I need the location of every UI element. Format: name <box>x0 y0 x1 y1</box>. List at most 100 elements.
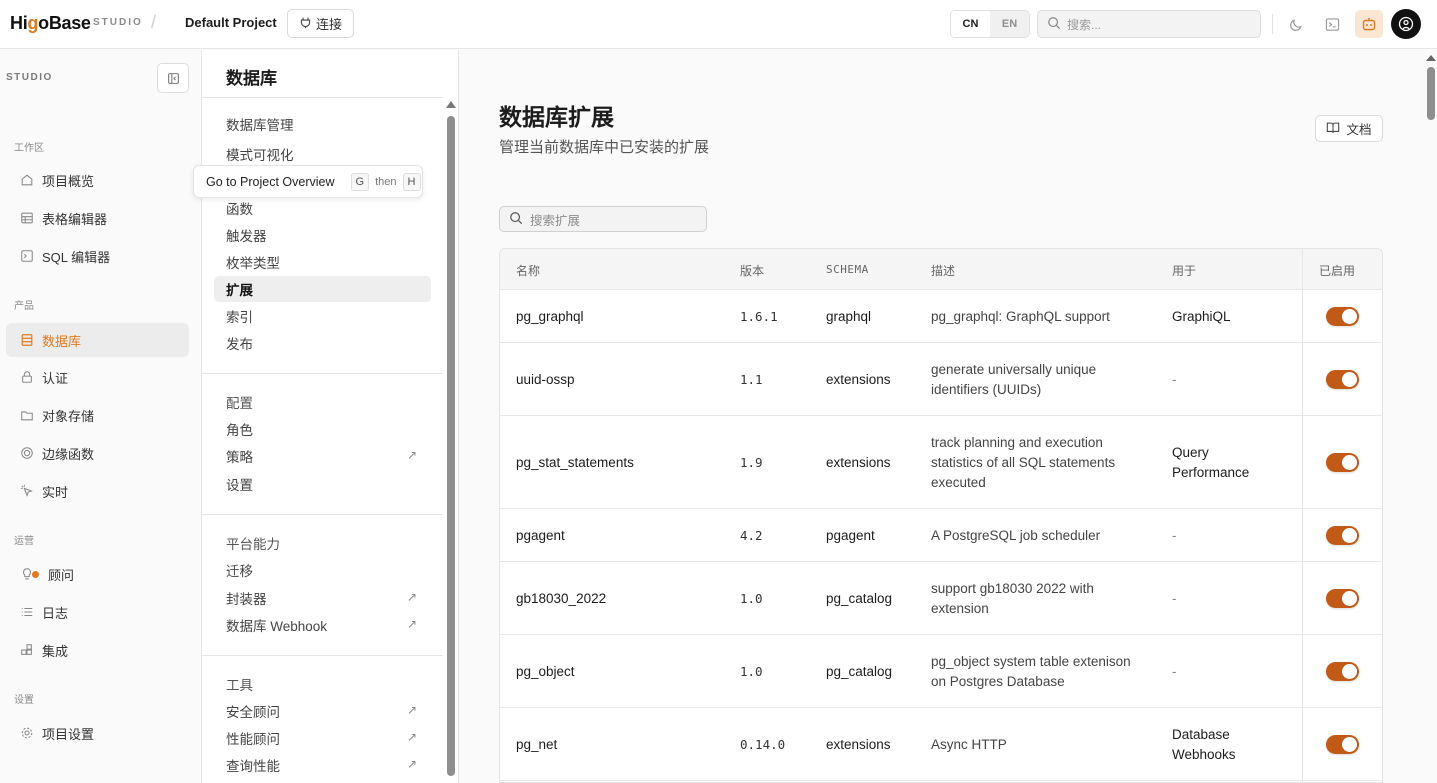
col-header-description: 描述 <box>931 264 956 278</box>
menu-item-query-performance[interactable]: 查询性能 ↗ <box>214 752 431 778</box>
lock-icon <box>19 370 34 385</box>
enabled-toggle[interactable] <box>1326 526 1359 545</box>
enabled-toggle[interactable] <box>1326 453 1359 472</box>
menu-group-platform: 平台能力 <box>226 537 280 552</box>
toggle-knob <box>1342 664 1357 679</box>
sidebar-item-sql-editor[interactable]: SQL 编辑器 <box>6 239 189 273</box>
extension-used-by: - <box>1172 527 1177 543</box>
user-avatar[interactable] <box>1391 9 1421 39</box>
docs-button[interactable]: 文档 <box>1315 115 1383 142</box>
ai-assistant-bot-icon[interactable] <box>1355 10 1383 38</box>
extension-description: generate universally unique identifiers … <box>931 361 1097 397</box>
menu-item-webhooks[interactable]: 数据库 Webhook ↗ <box>214 612 431 638</box>
main-scrollbar-track[interactable] <box>1424 50 1437 783</box>
global-search-input[interactable]: 搜索... <box>1037 10 1261 38</box>
breadcrumb-separator: / <box>151 12 157 32</box>
sidebar-item-label: 集成 <box>42 643 69 659</box>
project-name[interactable]: Default Project <box>185 15 277 30</box>
sidebar-item-storage[interactable]: 对象存储 <box>6 398 189 432</box>
enabled-toggle[interactable] <box>1326 370 1359 389</box>
menu-group-config: 配置 <box>226 396 253 411</box>
extension-version: 0.14.0 <box>740 737 786 752</box>
extension-version: 4.2 <box>740 528 763 543</box>
table-icon <box>19 211 34 226</box>
top-bar: HigoBase STUDIO / Default Project 连接 CN … <box>0 0 1437 49</box>
sidebar-item-realtime[interactable]: 实时 <box>6 474 189 508</box>
menu-item-policies[interactable]: 策略 ↗ <box>214 443 431 469</box>
page-subtitle: 管理当前数据库中已安装的扩展 <box>499 139 710 156</box>
menu-item-triggers[interactable]: 触发器 <box>214 222 431 248</box>
sidebar-item-overview[interactable]: 项目概览 <box>6 163 189 197</box>
panel-scrollbar[interactable] <box>447 116 455 776</box>
enabled-toggle[interactable] <box>1326 662 1359 681</box>
menu-item-db-manage[interactable]: 数据库管理 <box>214 111 431 137</box>
sidebar-item-auth[interactable]: 认证 <box>6 360 189 394</box>
sidebar-item-label: 认证 <box>42 370 69 386</box>
enabled-toggle[interactable] <box>1326 735 1359 754</box>
divider <box>202 655 443 656</box>
logo[interactable]: HigoBase <box>10 13 91 34</box>
sidebar-item-label: 表格编辑器 <box>42 211 108 227</box>
extension-name: pg_stat_statements <box>516 455 634 470</box>
globe-icon <box>19 446 34 461</box>
scroll-up-arrow[interactable] <box>446 101 456 108</box>
menu-item-functions[interactable]: 函数 <box>214 195 431 221</box>
lang-cn-button[interactable]: CN <box>951 11 990 37</box>
extension-version: 1.1 <box>740 372 763 387</box>
sidebar-item-label: 对象存储 <box>42 408 95 424</box>
gear-icon <box>19 726 34 741</box>
menu-item-migrations[interactable]: 迁移 <box>214 557 431 583</box>
col-header-name: 名称 <box>516 264 541 278</box>
sidebar-item-advisor[interactable]: 顾问 <box>6 557 189 591</box>
sidebar-item-database[interactable]: 数据库 <box>6 323 189 357</box>
divider <box>1272 14 1273 34</box>
extension-description: pg_object system table extenison on Post… <box>931 653 1131 689</box>
notification-dot <box>32 570 39 578</box>
sidebar-item-label: 数据库 <box>42 333 82 349</box>
menu-item-performance-advisor[interactable]: 性能顾问 ↗ <box>214 725 431 751</box>
extension-version: 1.0 <box>740 591 763 606</box>
divider <box>202 514 443 515</box>
scroll-up-arrow[interactable] <box>1426 55 1436 61</box>
sidebar-item-logs[interactable]: 日志 <box>6 595 189 629</box>
sidebar-item-project-settings[interactable]: 项目设置 <box>6 716 189 750</box>
sidebar-item-edge-functions[interactable]: 边缘函数 <box>6 436 189 470</box>
extension-search-input[interactable]: 搜索扩展 <box>499 206 707 232</box>
menu-item-indexes[interactable]: 索引 <box>214 303 431 329</box>
divider <box>202 373 443 374</box>
menu-item-extensions[interactable]: 扩展 <box>214 276 431 302</box>
lang-en-button[interactable]: EN <box>990 11 1029 37</box>
theme-toggle-moon-icon[interactable] <box>1284 12 1308 36</box>
menu-item-enum-types[interactable]: 枚举类型 <box>214 249 431 275</box>
connect-button[interactable]: 连接 <box>287 9 354 38</box>
language-switch: CN EN <box>950 10 1030 38</box>
enabled-toggle[interactable] <box>1326 589 1359 608</box>
menu-item-wrappers[interactable]: 封装器 ↗ <box>214 585 431 611</box>
database-icon <box>19 333 34 348</box>
group-product: 产品 <box>14 301 34 312</box>
sidebar-item-label: 实时 <box>42 484 69 500</box>
menu-item-schema-visualizer[interactable]: 模式可视化 <box>214 141 431 167</box>
divider <box>202 97 443 98</box>
collapse-sidebar-button[interactable] <box>157 63 189 93</box>
extension-version: 1.0 <box>740 664 763 679</box>
terminal-icon <box>19 249 34 264</box>
menu-item-settings[interactable]: 设置 <box>214 471 431 497</box>
toggle-knob <box>1342 309 1357 324</box>
extension-schema: extensions <box>826 372 891 387</box>
book-icon <box>1326 121 1340 137</box>
menu-item-roles[interactable]: 角色 <box>214 416 431 442</box>
terminal-icon[interactable] <box>1320 12 1344 36</box>
enabled-toggle[interactable] <box>1326 307 1359 326</box>
sidebar-item-integrations[interactable]: 集成 <box>6 633 189 667</box>
extension-used-by: - <box>1172 663 1177 679</box>
main-scrollbar-thumb[interactable] <box>1427 67 1435 120</box>
table-row: pg_graphql 1.6.1 graphql pg_graphql: GraphQ… <box>500 290 1382 343</box>
menu-item-security-advisor[interactable]: 安全顾问 ↗ <box>214 698 431 724</box>
sidebar-item-table-editor[interactable]: 表格编辑器 <box>6 201 189 235</box>
extensions-table: 名称 版本 SCHEMA 描述 用于 已启用 pg_graphql 1.6.1 gr… <box>499 248 1383 783</box>
menu-item-publications[interactable]: 发布 <box>214 330 431 356</box>
extension-schema: pgagent <box>826 528 875 543</box>
kbd-key: H <box>402 172 421 191</box>
panel-title: 数据库 <box>226 69 277 88</box>
